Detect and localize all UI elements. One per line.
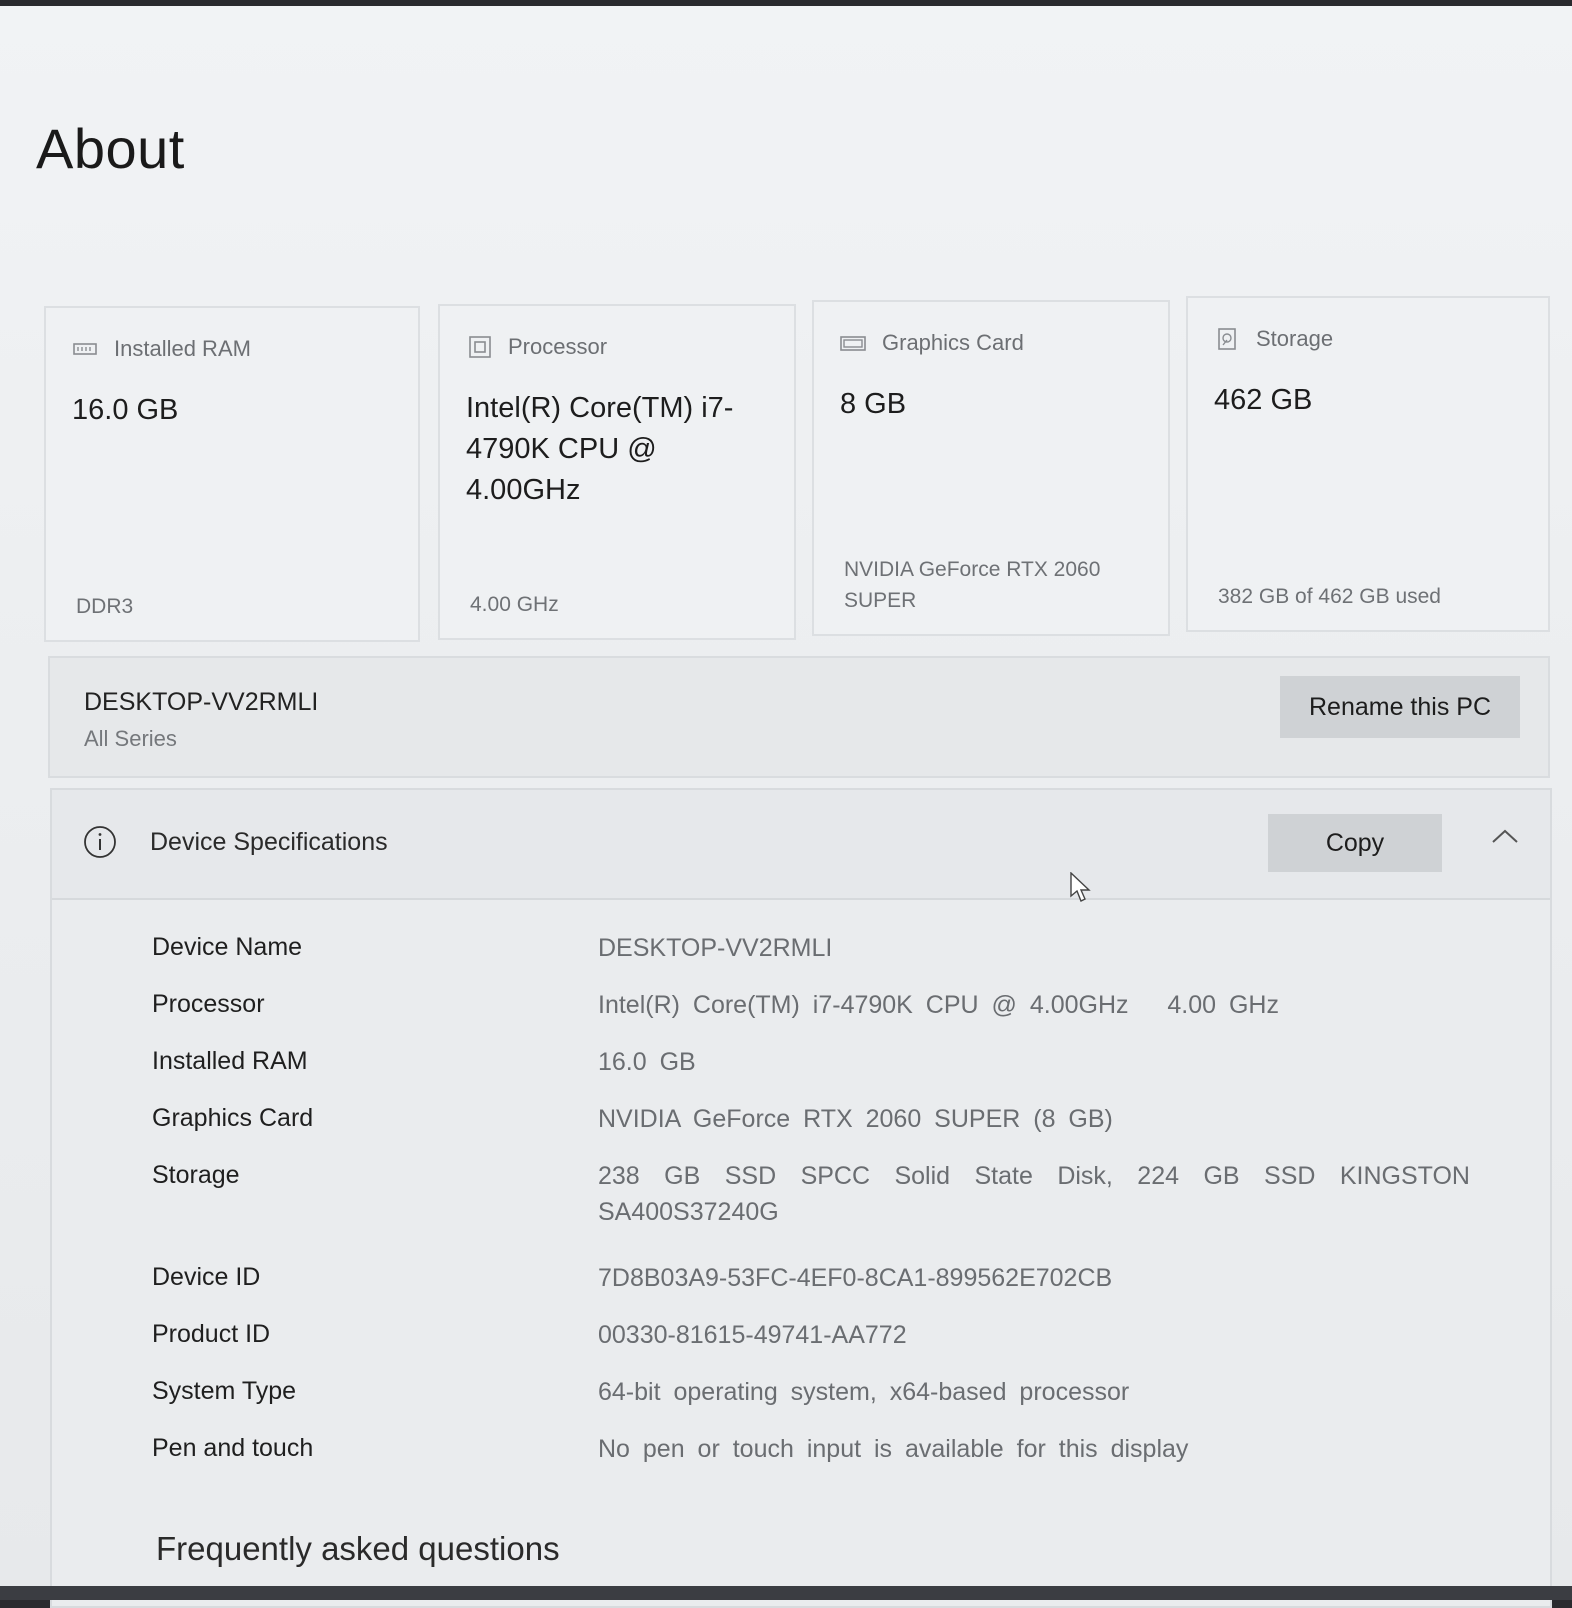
ram-card: Installed RAM 16.0 GB DDR3 xyxy=(44,306,420,642)
spec-row-graphics-card: Graphics Card NVIDIA GeForce RTX 2060 SU… xyxy=(152,1101,1470,1137)
spec-value: 16.0 GB xyxy=(598,1048,696,1076)
rename-pc-button[interactable]: Rename this PC xyxy=(1280,676,1520,738)
copy-button[interactable]: Copy xyxy=(1268,814,1442,872)
ram-card-label: Installed RAM xyxy=(114,336,251,361)
ram-card-value: 16.0 GB xyxy=(72,394,179,426)
storage-card-value: 462 GB xyxy=(1214,384,1313,416)
spec-row-storage: Storage 238 GB SSD SPCC Solid State Disk… xyxy=(152,1158,1470,1230)
spec-row-installed-ram: Installed RAM 16.0 GB xyxy=(152,1044,1470,1080)
spec-value: Intel(R) Core(TM) i7-4790K CPU @ 4.00GHz… xyxy=(598,991,1279,1019)
spec-label: Device ID xyxy=(152,1263,261,1291)
storage-card-sub: 382 GB of 462 GB used xyxy=(1218,585,1441,608)
ram-icon xyxy=(73,343,97,355)
pc-model: All Series xyxy=(84,726,177,751)
spec-value: 238 GB SSD SPCC Solid State Disk, 224 GB… xyxy=(598,1162,1470,1226)
mouse-cursor-icon xyxy=(1070,872,1091,902)
spec-rows: Device Name DESKTOP-VV2RMLI Processor In… xyxy=(152,930,1470,1488)
processor-card: Processor Intel(R) Core(TM) i7-4790K CPU… xyxy=(438,304,796,640)
info-icon xyxy=(84,826,116,858)
page-title: About xyxy=(36,117,185,180)
spec-label: System Type xyxy=(152,1377,297,1405)
spec-row-processor: Processor Intel(R) Core(TM) i7-4790K CPU… xyxy=(152,987,1470,1023)
processor-icon xyxy=(469,336,491,358)
graphics-card-value: 8 GB xyxy=(840,388,907,420)
processor-card-value: Intel(R) Core(TM) i7-4790K CPU @ 4.00GHz xyxy=(466,392,734,506)
device-specifications-header[interactable]: Device Specifications Copy xyxy=(52,790,1550,900)
faq-heading[interactable]: Frequently asked questions xyxy=(156,1530,560,1568)
spec-row-pen-and-touch: Pen and touch No pen or touch input is a… xyxy=(152,1431,1470,1467)
spec-label: Product ID xyxy=(152,1320,271,1348)
storage-card-header: Storage xyxy=(1214,326,1333,352)
storage-card: Storage 462 GB 382 GB of 462 GB used xyxy=(1186,296,1550,632)
spec-row-device-id: Device ID 7D8B03A9-53FC-4EF0-8CA1-899562… xyxy=(152,1260,1470,1296)
chevron-up-icon[interactable] xyxy=(1490,826,1520,846)
graphics-card-header: Graphics Card xyxy=(840,330,1024,356)
spec-label: Device Name xyxy=(152,933,303,961)
spec-value: 64-bit operating system, x64-based proce… xyxy=(598,1378,1130,1406)
pc-name: DESKTOP-VV2RMLI xyxy=(84,688,319,716)
taskbar-edge xyxy=(0,1586,1572,1600)
spec-row-device-name: Device Name DESKTOP-VV2RMLI xyxy=(152,930,1470,966)
processor-card-label: Processor xyxy=(508,334,608,359)
settings-window: About Installed RAM 16.0 GB DDR3 Process… xyxy=(0,6,1572,1608)
graphics-card-icon xyxy=(840,336,866,351)
device-specifications-title: Device Specifications xyxy=(150,828,388,856)
spec-label: Storage xyxy=(152,1161,240,1189)
ram-card-header: Installed RAM xyxy=(72,336,251,362)
device-specifications-section: Device Specifications Copy Device Name D… xyxy=(50,788,1552,1608)
processor-card-header: Processor xyxy=(466,334,607,360)
processor-card-sub: 4.00 GHz xyxy=(470,593,559,616)
ram-card-sub: DDR3 xyxy=(76,595,134,618)
spec-value: 7D8B03A9-53FC-4EF0-8CA1-899562E702CB xyxy=(598,1264,1113,1292)
storage-card-label: Storage xyxy=(1256,326,1334,351)
pc-name-bar: DESKTOP-VV2RMLI All Series Rename this P… xyxy=(48,656,1550,778)
graphics-card-label: Graphics Card xyxy=(882,330,1024,355)
spec-label: Graphics Card xyxy=(152,1104,314,1132)
spec-label: Installed RAM xyxy=(152,1047,308,1075)
spec-value: No pen or touch input is available for t… xyxy=(598,1435,1189,1463)
spec-value: DESKTOP-VV2RMLI xyxy=(598,934,833,962)
spec-label: Processor xyxy=(152,990,265,1018)
spec-value: NVIDIA GeForce RTX 2060 SUPER (8 GB) xyxy=(598,1105,1113,1133)
graphics-card-card: Graphics Card 8 GB NVIDIA GeForce RTX 20… xyxy=(812,300,1170,636)
spec-row-system-type: System Type 64-bit operating system, x64… xyxy=(152,1374,1470,1410)
spec-row-product-id: Product ID 00330-81615-49741-AA772 xyxy=(152,1317,1470,1353)
spec-value: 00330-81615-49741-AA772 xyxy=(598,1321,907,1349)
graphics-card-sub: NVIDIA GeForce RTX 2060 SUPER xyxy=(844,558,1101,612)
spec-label: Pen and touch xyxy=(152,1434,314,1462)
storage-icon xyxy=(1218,328,1236,350)
